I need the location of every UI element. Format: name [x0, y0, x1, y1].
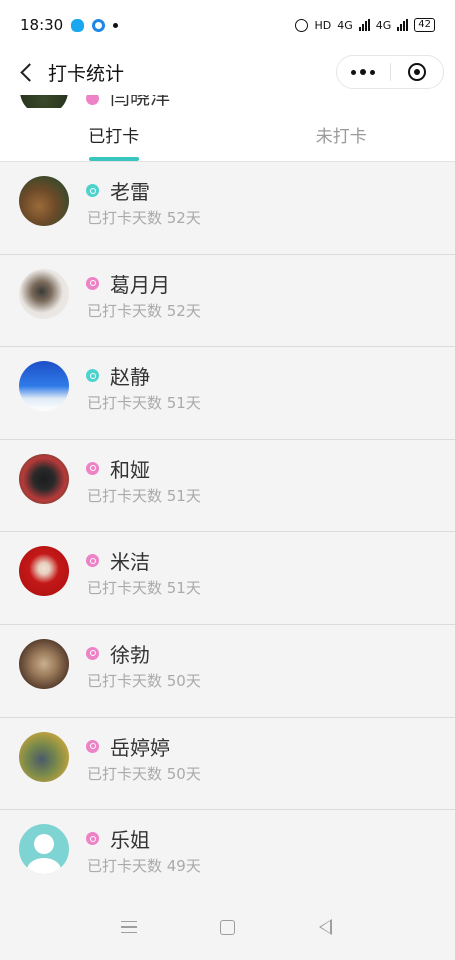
tab-checked-in[interactable]: 已打卡 — [0, 108, 228, 161]
list-item[interactable]: 徐勃 已打卡天数 50天 — [0, 624, 455, 718]
list-item[interactable]: 岳婷婷 已打卡天数 50天 — [0, 717, 455, 811]
hd-label: HD — [314, 18, 332, 32]
screen: 18:30 HD 4G 4G 42 打卡统计 闫晓洋 已打卡 未打卡 老雷 已打… — [0, 0, 455, 960]
checkin-days: 已打卡天数 51天 — [87, 486, 201, 505]
more-notifications-icon — [113, 22, 119, 28]
status-left: 18:30 — [20, 16, 119, 34]
checkin-days: 已打卡天数 50天 — [87, 671, 201, 690]
tab-bar: 已打卡 未打卡 — [0, 108, 455, 162]
male-badge-icon — [86, 184, 99, 197]
list-item[interactable]: 米洁 已打卡天数 51天 — [0, 532, 455, 625]
back-button[interactable] — [6, 53, 46, 93]
member-name: 徐勃 — [110, 642, 150, 667]
status-time: 18:30 — [20, 16, 64, 34]
back-triangle-icon — [319, 919, 333, 935]
avatar — [19, 176, 69, 226]
list-item[interactable]: 乐姐 已打卡天数 49天 — [0, 810, 455, 903]
female-badge-icon — [86, 95, 99, 105]
avatar — [19, 638, 69, 689]
status-bar: 18:30 HD 4G 4G 42 — [0, 0, 455, 50]
more-dot — [360, 69, 367, 75]
member-name: 乐姐 — [110, 828, 150, 853]
more-dot — [370, 69, 376, 75]
more-button[interactable] — [337, 56, 390, 88]
checkin-days: 已打卡天数 51天 — [87, 579, 201, 598]
checkin-days: 已打卡天数 52天 — [87, 301, 201, 320]
more-dots-icon — [351, 69, 357, 75]
signal-icon-2 — [397, 19, 409, 31]
female-badge-icon — [86, 646, 99, 660]
recent-apps-button[interactable] — [109, 907, 149, 947]
system-nav-bar — [0, 894, 455, 960]
chevron-left-icon — [19, 63, 39, 82]
status-right: HD 4G 4G 42 — [295, 18, 435, 32]
app-notification-icon — [92, 18, 106, 32]
page-title: 打卡统计 — [48, 63, 125, 85]
list-item[interactable]: 老雷 已打卡天数 52天 — [0, 162, 455, 255]
female-badge-icon — [86, 276, 99, 290]
checkin-days: 已打卡天数 49天 — [87, 857, 201, 876]
default-user-icon — [27, 834, 61, 875]
member-name: 和娅 — [110, 457, 150, 482]
target-circle-icon — [407, 63, 426, 81]
menu-icon — [121, 920, 138, 934]
member-list: 老雷 已打卡天数 52天 葛月月 已打卡天数 52天 赵静 已打卡天数 51天 … — [0, 162, 455, 903]
member-name: 岳婷婷 — [110, 735, 170, 760]
mini-program-capsule — [336, 55, 444, 89]
female-badge-icon — [86, 739, 99, 753]
male-badge-icon — [86, 369, 99, 383]
member-name: 老雷 — [110, 180, 150, 204]
list-item[interactable]: 葛月月 已打卡天数 52天 — [0, 254, 455, 348]
home-button[interactable] — [207, 907, 247, 947]
female-badge-icon — [86, 461, 99, 475]
close-button[interactable] — [391, 56, 444, 88]
avatar — [19, 268, 69, 319]
female-badge-icon — [86, 832, 99, 846]
list-item-partial[interactable]: 闫晓洋 — [0, 95, 455, 109]
qq-icon — [71, 18, 85, 32]
tab-not-checked-in[interactable]: 未打卡 — [228, 108, 455, 161]
member-name: 赵静 — [110, 365, 150, 390]
system-back-button[interactable] — [306, 907, 346, 947]
avatar — [20, 95, 68, 109]
checkin-days: 已打卡天数 52天 — [87, 209, 201, 227]
alarm-icon — [295, 18, 309, 32]
member-name: 葛月月 — [110, 272, 170, 297]
avatar-placeholder — [19, 824, 69, 875]
avatar — [19, 453, 69, 504]
member-name: 米洁 — [110, 550, 150, 575]
battery-icon: 42 — [414, 18, 435, 32]
nav-bar: 打卡统计 — [0, 50, 455, 95]
list-item[interactable]: 和娅 已打卡天数 51天 — [0, 439, 455, 533]
female-badge-icon — [86, 554, 99, 568]
avatar — [19, 546, 69, 597]
list-item[interactable]: 赵静 已打卡天数 51天 — [0, 347, 455, 440]
checkin-days: 已打卡天数 51天 — [87, 394, 201, 413]
member-name: 闫晓洋 — [110, 95, 170, 109]
avatar — [19, 361, 69, 412]
network-label-1: 4G — [337, 18, 353, 32]
signal-icon — [358, 19, 370, 31]
home-square-icon — [219, 919, 235, 935]
network-label-2: 4G — [375, 18, 392, 32]
checkin-days: 已打卡天数 50天 — [87, 764, 201, 783]
avatar — [19, 731, 69, 782]
